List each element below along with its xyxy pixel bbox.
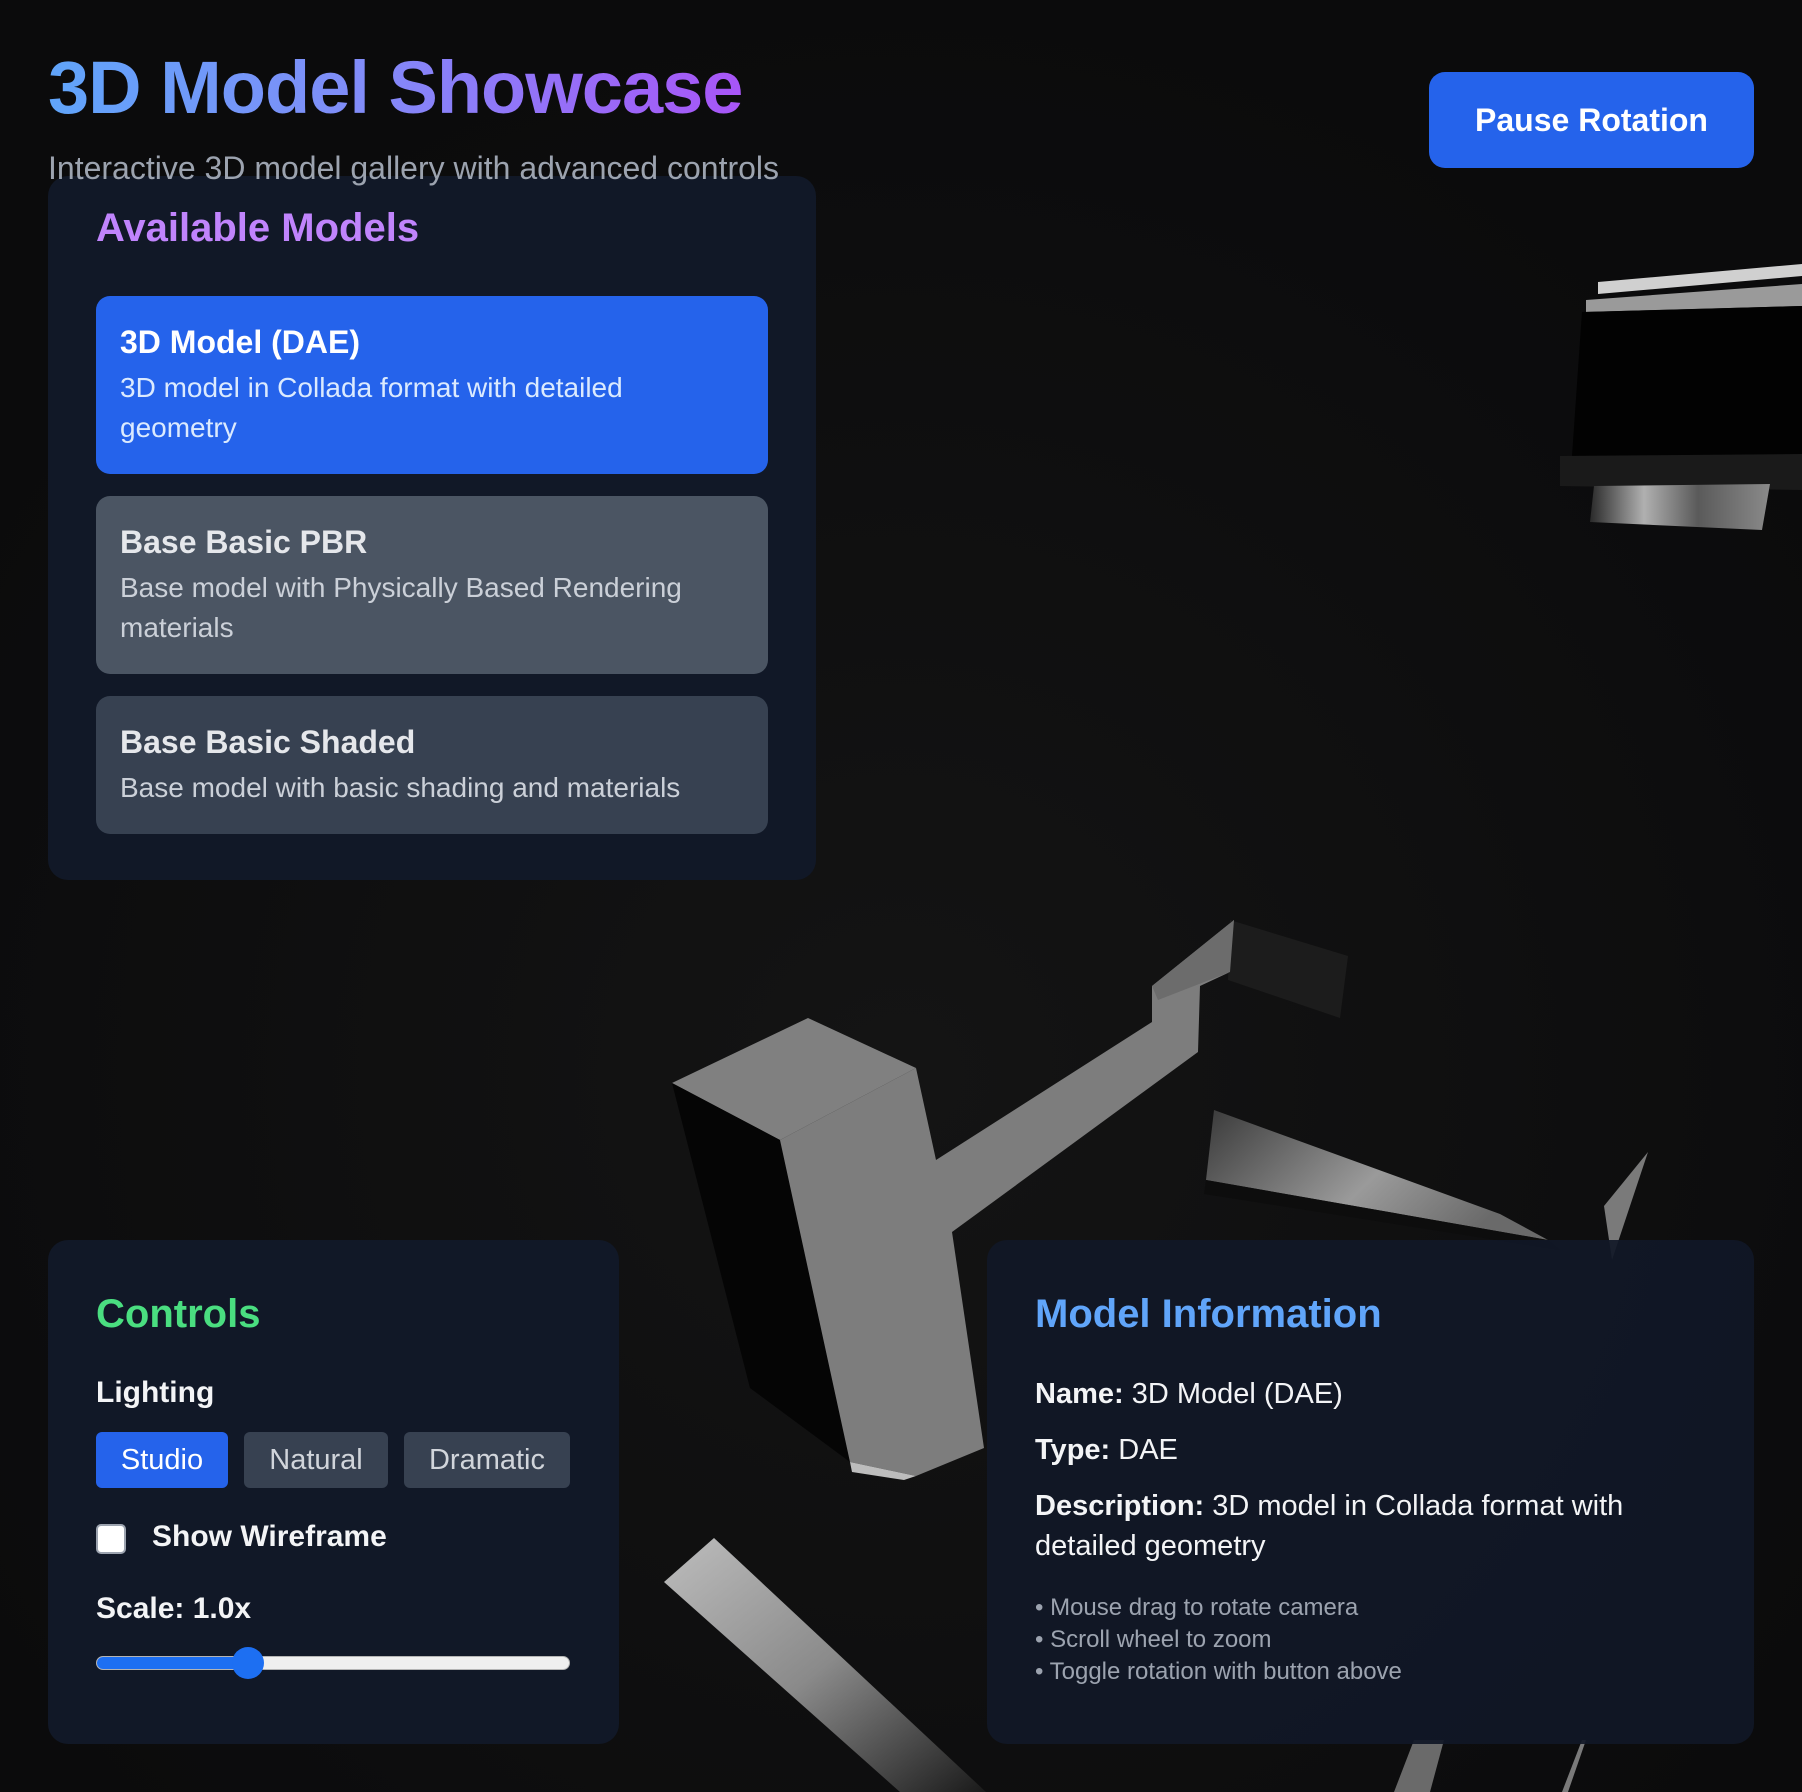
scale-slider-fill [97,1657,249,1669]
pause-rotation-button[interactable]: Pause Rotation [1429,72,1754,168]
info-type-label: Type: [1035,1434,1111,1466]
model-card-description: Base model with basic shading and materi… [120,772,681,803]
model-card-title: Base Basic PBR [120,524,368,560]
scene-box-top-right [1560,264,1802,530]
model-card-base-basic-shaded[interactable]: Base Basic Shaded Base model with basic … [96,696,768,834]
lighting-studio-button[interactable]: Studio [96,1432,228,1488]
model-card-title: 3D Model (DAE) [120,324,360,360]
info-name-row: Name: 3D Model (DAE) [1035,1374,1675,1414]
page-title: 3D Model Showcase [48,40,743,136]
model-card-description: 3D model in Collada format with detailed… [120,372,623,443]
info-description-label: Description: [1035,1490,1205,1522]
help-item: Mouse drag to rotate camera [1035,1592,1402,1624]
help-list: Mouse drag to rotate camera Scroll wheel… [1035,1592,1402,1688]
model-card-title: Base Basic Shaded [120,724,416,760]
wireframe-checkbox[interactable] [96,1524,126,1554]
model-info-panel: Model Information Name: 3D Model (DAE) T… [987,1240,1754,1744]
lighting-label: Lighting [96,1376,215,1409]
info-description-row: Description: 3D model in Collada format … [1035,1486,1675,1566]
info-name-label: Name: [1035,1378,1124,1410]
app-root: 3D Model Showcase Interactive 3D model g… [0,0,1802,1792]
model-info-heading: Model Information [1035,1292,1382,1336]
controls-heading: Controls [96,1292,261,1336]
model-card-description: Base model with Physically Based Renderi… [120,572,682,643]
model-card-dae[interactable]: 3D Model (DAE) 3D model in Collada forma… [96,296,768,474]
help-item: Toggle rotation with button above [1035,1656,1402,1688]
models-panel: Available Models 3D Model (DAE) 3D model… [48,176,816,880]
scale-label: Scale: 1.0x [96,1592,252,1625]
page-subtitle: Interactive 3D model gallery with advanc… [48,150,780,186]
model-card-base-basic-pbr[interactable]: Base Basic PBR Base model with Physicall… [96,496,768,674]
info-type-value: DAE [1118,1434,1178,1466]
help-item: Scroll wheel to zoom [1035,1624,1402,1656]
info-name-value: 3D Model (DAE) [1131,1378,1343,1410]
scale-slider-thumb[interactable] [232,1647,265,1679]
wireframe-label: Show Wireframe [152,1520,387,1553]
lighting-dramatic-button[interactable]: Dramatic [404,1432,570,1488]
controls-panel: Controls Lighting Studio Natural Dramati… [48,1240,619,1744]
lighting-natural-button[interactable]: Natural [244,1432,388,1488]
scale-slider[interactable] [96,1647,570,1679]
info-type-row: Type: DAE [1035,1430,1675,1470]
models-heading: Available Models [96,206,420,250]
